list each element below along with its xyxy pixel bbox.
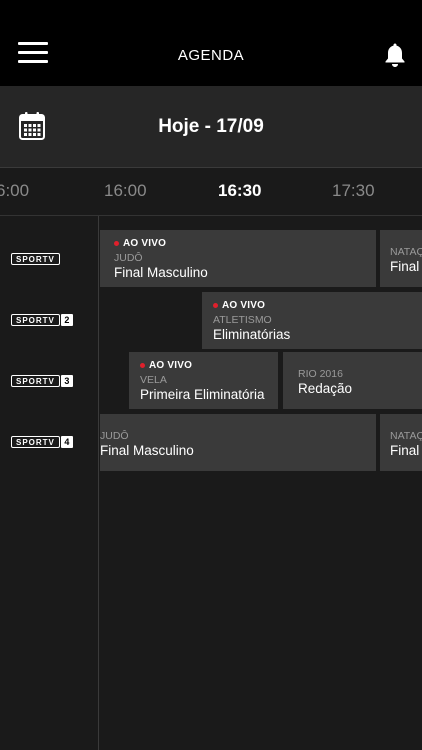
channel-column: SPORTV SPORTV 2 SPORTV 3 SPORTV 4 bbox=[0, 216, 99, 750]
live-dot-icon bbox=[213, 303, 218, 308]
channel-name: SPORTV bbox=[11, 314, 60, 326]
program-title: Final Masculino bbox=[114, 265, 208, 280]
program-card[interactable]: AO VIVO VELA Primeira Eliminatória bbox=[129, 352, 278, 409]
program-card[interactable]: NATAÇ Final bbox=[380, 230, 422, 287]
time-ruler[interactable]: 6:00 16:00 16:30 17:30 bbox=[0, 168, 422, 216]
program-category: JUDÔ bbox=[100, 430, 129, 442]
program-title: Eliminatórias bbox=[213, 327, 291, 342]
channel-logo-sportv2[interactable]: SPORTV 2 bbox=[11, 314, 73, 326]
program-title: Final bbox=[390, 259, 420, 274]
schedule-grid: SPORTV SPORTV 2 SPORTV 3 SPORTV 4 AO VIV… bbox=[0, 216, 422, 750]
program-card[interactable]: JUDÔ Final Masculino bbox=[100, 414, 376, 471]
channel-logo-sportv4[interactable]: SPORTV 4 bbox=[11, 436, 73, 448]
program-category: JUDÔ bbox=[114, 252, 143, 264]
live-dot-icon bbox=[140, 363, 145, 368]
time-tick: 17:30 bbox=[332, 181, 375, 200]
program-title: Final Masculino bbox=[100, 443, 194, 458]
current-date-label[interactable]: Hoje - 17/09 bbox=[0, 116, 422, 138]
program-title: Primeira Eliminatória bbox=[140, 387, 265, 402]
program-title: Redação bbox=[298, 381, 353, 396]
program-card[interactable]: NATAÇ Final bbox=[380, 414, 422, 471]
bell-icon[interactable] bbox=[383, 42, 407, 68]
top-bar: AGENDA bbox=[0, 0, 422, 86]
agenda-screen: AGENDA Hoje - 17/09:00 16:00 16:30 17:3… bbox=[0, 0, 422, 750]
channel-logo-sportv3[interactable]: SPORTV 3 bbox=[11, 375, 73, 387]
live-dot-icon bbox=[114, 241, 119, 246]
channel-name: SPORTV bbox=[11, 375, 60, 387]
live-badge: AO VIVO bbox=[140, 360, 192, 371]
channel-number: 3 bbox=[60, 375, 73, 387]
channel-name: SPORTV bbox=[11, 253, 60, 265]
program-category: ATLETISMO bbox=[213, 314, 272, 326]
date-bar: Hoje - 17/09 bbox=[0, 86, 422, 168]
time-tick: 16:00 bbox=[104, 181, 147, 200]
program-category: NATAÇ bbox=[390, 246, 422, 258]
channel-name: SPORTV bbox=[11, 436, 60, 448]
channel-logo-sportv[interactable]: SPORTV bbox=[11, 253, 60, 265]
program-category: RIO 2016 bbox=[298, 368, 343, 380]
program-card[interactable]: AO VIVO JUDÔ Final Masculino bbox=[100, 230, 376, 287]
live-badge: AO VIVO bbox=[114, 238, 166, 249]
program-category: VELA bbox=[140, 374, 167, 386]
live-badge: AO VIVO bbox=[213, 300, 265, 311]
channel-number: 4 bbox=[60, 436, 73, 448]
time-tick: 6:00 bbox=[0, 181, 30, 200]
channel-number: 2 bbox=[60, 314, 73, 326]
time-tick-current: 16:30 bbox=[218, 181, 262, 200]
page-title: AGENDA bbox=[177, 47, 245, 64]
program-card[interactable]: AO VIVO ATLETISMO Eliminatórias bbox=[202, 292, 422, 349]
program-card[interactable]: RIO 2016 Redação bbox=[283, 352, 422, 409]
program-category: NATAÇ bbox=[390, 430, 422, 442]
program-title: Final bbox=[390, 443, 420, 458]
